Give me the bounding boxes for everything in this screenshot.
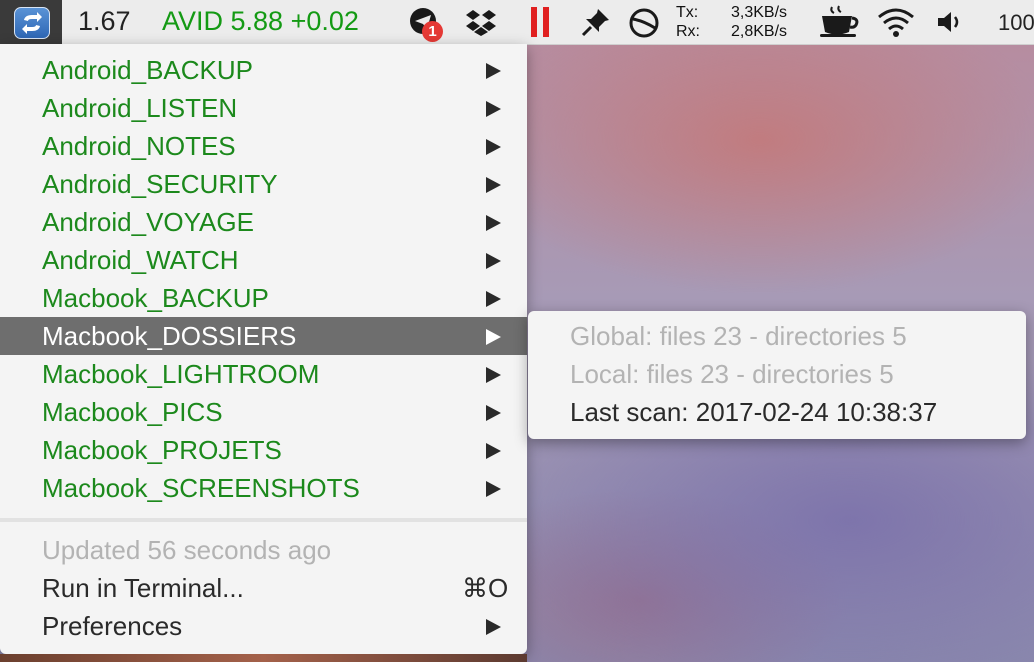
menu-item-android-backup[interactable]: Android_BACKUP <box>0 51 527 89</box>
dropdown-menu: Android_BACKUP Android_LISTEN Android_NO… <box>0 44 527 654</box>
submenu-arrow-icon <box>486 63 501 79</box>
menu-item-label: Android_VOYAGE <box>42 207 254 237</box>
menu-item-macbook-dossiers[interactable]: Macbook_DOSSIERS <box>0 317 527 355</box>
menu-item-macbook-lightroom[interactable]: Macbook_LIGHTROOM <box>0 355 527 393</box>
local-stats: Local: files 23 - directories 5 <box>570 359 894 389</box>
menu-item-android-notes[interactable]: Android_NOTES <box>0 127 527 165</box>
keyboard-shortcut: ⌘O <box>462 573 509 603</box>
menu-item-label: Macbook_BACKUP <box>42 283 269 313</box>
net-tx-value: 3,3KB/s <box>731 4 788 21</box>
pause-icon[interactable] <box>528 6 554 38</box>
submenu-arrow-icon <box>486 443 501 459</box>
submenu-arrow-icon <box>486 481 501 497</box>
submenu-arrow-icon <box>486 619 501 635</box>
menu-item-android-watch[interactable]: Android_WATCH <box>0 241 527 279</box>
version-text[interactable]: 1.67 <box>78 6 131 36</box>
battery-percent: 100 <box>998 10 1034 35</box>
menu-item-label: Android_WATCH <box>42 245 239 275</box>
submenu-arrow-icon <box>486 139 501 155</box>
net-tx-label: Tx: <box>676 4 699 21</box>
menu-item-macbook-backup[interactable]: Macbook_BACKUP <box>0 279 527 317</box>
dropbox-icon[interactable] <box>464 6 498 38</box>
submenu-arrow-icon <box>486 367 501 383</box>
menu-item-run-in-terminal[interactable]: Run in Terminal... ⌘O <box>0 569 527 607</box>
net-rx-value: 2,8KB/s <box>731 23 788 40</box>
coffee-icon[interactable] <box>818 4 862 40</box>
submenu-arrow-icon <box>486 291 501 307</box>
wifi-icon[interactable] <box>876 6 916 38</box>
menu-item-updated-status: Updated 56 seconds ago <box>0 531 527 569</box>
menu-bar: 1.67 AVID 5.88 +0.02 1 Tx: Rx: 3,3KB/s 2… <box>0 0 1034 45</box>
global-stats: Global: files 23 - directories 5 <box>570 321 907 351</box>
menu-item-label: Android_BACKUP <box>42 55 253 85</box>
telegram-icon[interactable]: 1 <box>408 6 446 42</box>
menu-item-label: Macbook_DOSSIERS <box>42 321 297 351</box>
app-sync-icon[interactable] <box>14 7 50 39</box>
notification-badge: 1 <box>422 21 443 42</box>
pin-icon[interactable] <box>580 6 612 38</box>
menu-item-label: Android_SECURITY <box>42 169 278 199</box>
submenu-arrow-icon <box>486 101 501 117</box>
menu-separator <box>0 518 527 522</box>
menu-item-label: Android_LISTEN <box>42 93 238 123</box>
menu-item-android-listen[interactable]: Android_LISTEN <box>0 89 527 127</box>
circle-icon[interactable] <box>628 7 660 39</box>
menu-item-label: Macbook_SCREENSHOTS <box>42 473 360 503</box>
stock-ticker[interactable]: AVID 5.88 +0.02 <box>162 6 359 36</box>
menu-item-label: Run in Terminal... <box>42 573 244 603</box>
app-menu-extra[interactable] <box>0 0 62 44</box>
menu-item-label: Preferences <box>42 611 183 641</box>
menu-item-preferences[interactable]: Preferences <box>0 607 527 645</box>
submenu-arrow-icon <box>486 253 501 269</box>
menu-item-label: Macbook_PROJETS <box>42 435 282 465</box>
menu-item-label: Macbook_LIGHTROOM <box>42 359 320 389</box>
menu-item-macbook-pics[interactable]: Macbook_PICS <box>0 393 527 431</box>
menu-item-label: Android_NOTES <box>42 131 236 161</box>
volume-icon[interactable] <box>934 7 966 37</box>
menu-item-android-voyage[interactable]: Android_VOYAGE <box>0 203 527 241</box>
last-scan[interactable]: Last scan: 2017-02-24 10:38:37 <box>570 396 937 428</box>
dossiers-submenu: Global: files 23 - directories 5 Local: … <box>528 311 1026 439</box>
submenu-arrow-icon <box>486 329 501 345</box>
menu-item-label: Macbook_PICS <box>42 397 223 427</box>
net-rx-label: Rx: <box>676 23 700 40</box>
menu-item-macbook-projets[interactable]: Macbook_PROJETS <box>0 431 527 469</box>
wallpaper-strip <box>0 654 527 662</box>
menu-item-android-security[interactable]: Android_SECURITY <box>0 165 527 203</box>
menu-item-macbook-screenshots[interactable]: Macbook_SCREENSHOTS <box>0 469 527 507</box>
submenu-arrow-icon <box>486 215 501 231</box>
submenu-arrow-icon <box>486 177 501 193</box>
submenu-arrow-icon <box>486 405 501 421</box>
updated-status-text: Updated 56 seconds ago <box>42 535 332 565</box>
